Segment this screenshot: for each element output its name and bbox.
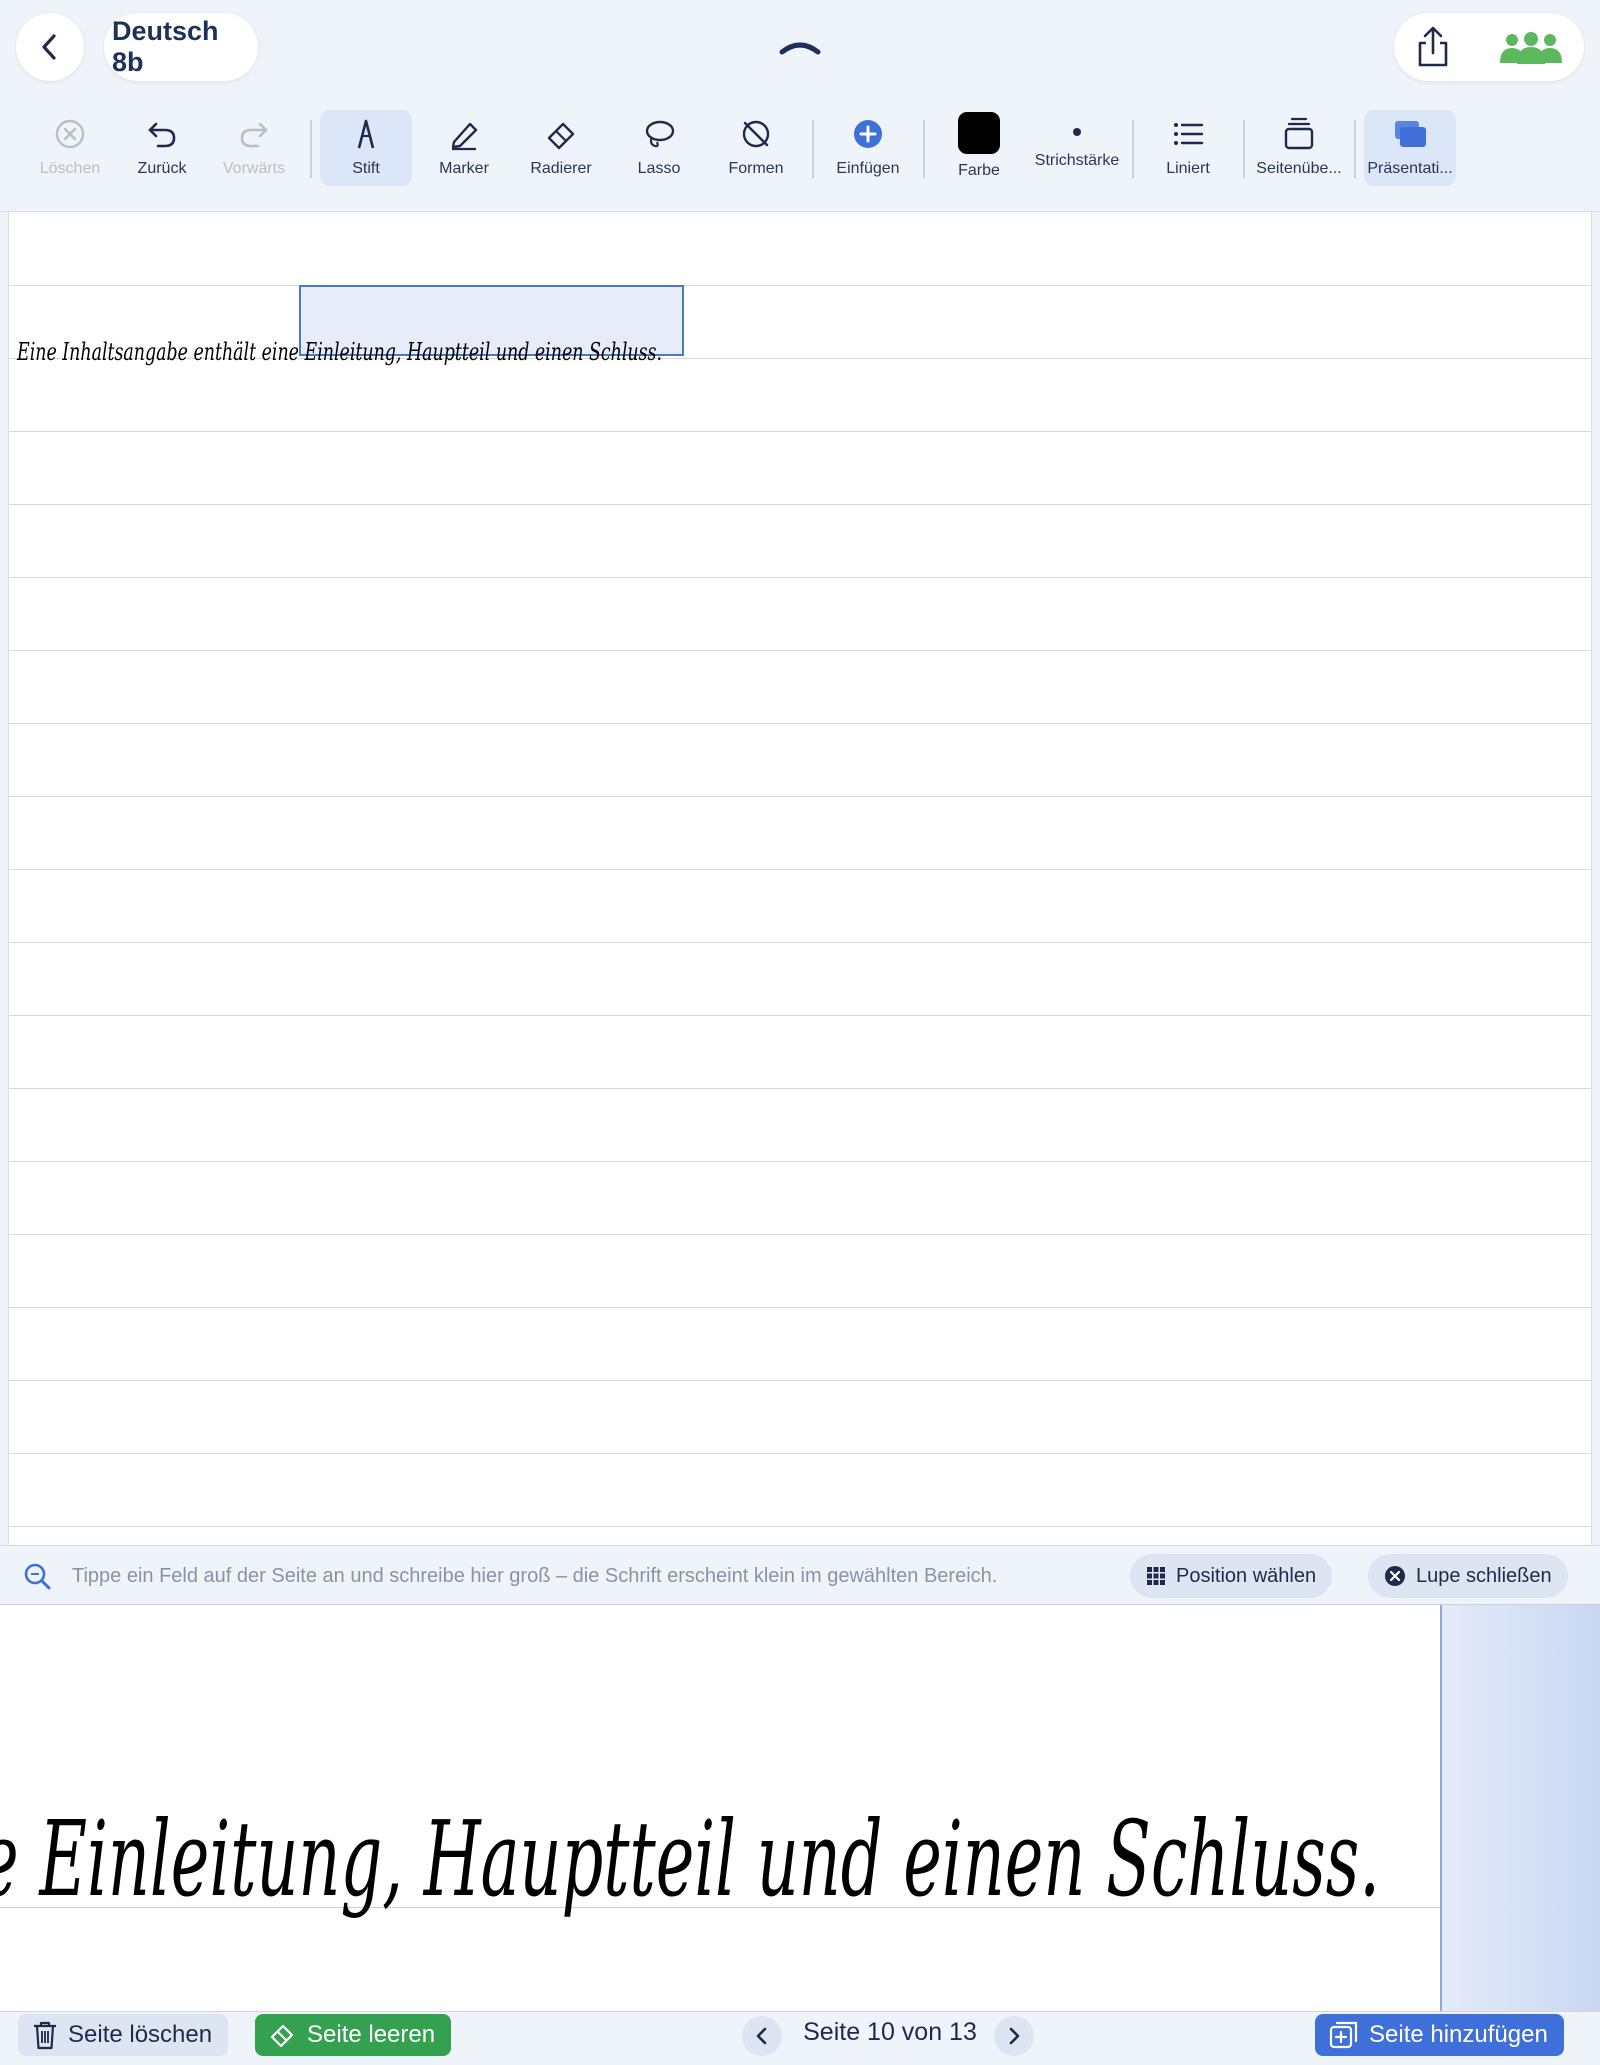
chevron-right-icon (1009, 2027, 1020, 2045)
note-page-canvas[interactable]: Eine Inhaltsangabe enthält eine Einleitu… (8, 212, 1592, 1545)
tool-stroke-width[interactable]: Strichstärke (1030, 110, 1124, 186)
ruled-line (9, 1088, 1591, 1089)
ruled-line (9, 650, 1591, 651)
tool-shapes[interactable]: Formen (710, 110, 802, 186)
clear-page-button[interactable]: Seite leeren (255, 2014, 452, 2056)
tool-undo[interactable]: Zurück (116, 110, 208, 186)
toolbar-divider (923, 120, 925, 178)
tool-marker[interactable]: Marker (418, 110, 510, 186)
tool-delete[interactable]: Löschen (24, 110, 116, 186)
ruled-line (9, 1526, 1591, 1527)
ruled-line (9, 1380, 1591, 1381)
top-bar: Deutsch 8b (0, 0, 1600, 96)
tool-presentation[interactable]: Präsentati... (1364, 110, 1456, 186)
ruled-line (9, 1234, 1591, 1235)
redo-icon (240, 122, 268, 148)
bottom-bar: Seite löschen Seite leeren Seite 10 von … (0, 2011, 1600, 2065)
eraser-icon (547, 122, 575, 150)
close-circle-icon (1385, 1566, 1405, 1586)
lasso-icon (645, 120, 675, 148)
back-button[interactable] (16, 13, 84, 81)
ruled-line (9, 869, 1591, 870)
grid-icon (1147, 1567, 1165, 1585)
tool-redo[interactable]: Vorwärts (208, 110, 300, 186)
zoomed-handwriting-text: e Einleitung, Hauptteil und einen Schlus… (0, 1798, 1380, 1920)
add-page-button[interactable]: Seite hinzufügen (1315, 2014, 1564, 2056)
eraser-icon (270, 2024, 294, 2048)
trash-icon (34, 2021, 56, 2050)
ruled-line (9, 1161, 1591, 1162)
tool-insert[interactable]: Einfügen (822, 110, 914, 186)
toolbar: Löschen Zurück Vorwärts Stift Marker Rad… (0, 96, 1600, 212)
document-title[interactable]: Deutsch 8b (104, 13, 258, 81)
toolbar-divider (1243, 120, 1245, 178)
stroke-dot-icon (1073, 128, 1081, 136)
tool-page-overview[interactable]: Seitenübe... (1253, 110, 1345, 186)
handwriting-text: Eine Inhaltsangabe enthält eine Einleitu… (16, 338, 662, 366)
choose-position-button[interactable]: Position wählen (1130, 1554, 1333, 1598)
loupe-writing-area[interactable]: e Einleitung, Hauptteil und einen Schlus… (0, 1605, 1600, 2011)
ruled-line (9, 796, 1591, 797)
previous-page-button[interactable] (742, 2016, 782, 2056)
delete-page-button[interactable]: Seite löschen (18, 2014, 229, 2056)
ruled-line (9, 504, 1591, 505)
pen-icon (357, 119, 375, 149)
tool-lasso[interactable]: Lasso (613, 110, 705, 186)
chevron-left-icon (42, 34, 56, 60)
pages-stack-icon (1284, 117, 1314, 150)
toolbar-divider (1132, 120, 1134, 178)
magnifier-icon (24, 1563, 51, 1590)
ruled-line (9, 285, 1591, 286)
toolbar-divider (1354, 120, 1356, 178)
handwritten-note: Eine Inhaltsangabe enthält eine Einleitu… (16, 338, 662, 366)
delete-circle-icon (55, 119, 85, 149)
next-page-button[interactable] (994, 2016, 1034, 2056)
undo-icon (148, 122, 176, 148)
zoomed-handwriting: e Einleitung, Hauptteil und einen Schlus… (0, 1798, 1380, 1920)
marker-icon (451, 122, 478, 151)
tool-eraser[interactable]: Radierer (515, 110, 607, 186)
chevron-left-icon (756, 2027, 767, 2045)
close-loupe-button[interactable]: Lupe schließen (1368, 1554, 1568, 1598)
share-icon[interactable] (1412, 25, 1454, 69)
add-page-icon (1329, 2021, 1358, 2049)
tool-ruled[interactable]: Liniert (1142, 110, 1234, 186)
ruled-line (9, 577, 1591, 578)
people-icon[interactable] (1498, 31, 1564, 65)
page-indicator: Seite 10 von 13 (803, 2018, 977, 2046)
toolbar-divider (310, 120, 312, 178)
ruled-line (9, 942, 1591, 943)
loupe-hint-bar: Tippe ein Feld auf der Seite an und schr… (0, 1545, 1600, 1605)
plus-circle-icon (854, 120, 882, 148)
header-actions (1394, 13, 1584, 81)
tool-color[interactable]: Farbe (933, 110, 1025, 186)
ruled-line (9, 1453, 1591, 1454)
presentation-icon (1395, 121, 1426, 147)
shapes-icon (742, 120, 770, 148)
list-lines-icon (1174, 123, 1204, 145)
loupe-hint-text: Tippe ein Feld auf der Seite an und schr… (72, 1565, 998, 1587)
ruled-line (9, 431, 1591, 432)
color-swatch (958, 112, 1000, 154)
collapse-chevron-icon[interactable] (778, 34, 822, 58)
ruled-line (9, 1307, 1591, 1308)
toolbar-divider (812, 120, 814, 178)
tool-pen[interactable]: Stift (320, 110, 412, 186)
loupe-advance-zone[interactable] (1440, 1605, 1600, 2011)
ruled-line (9, 1015, 1591, 1016)
ruled-line (9, 723, 1591, 724)
